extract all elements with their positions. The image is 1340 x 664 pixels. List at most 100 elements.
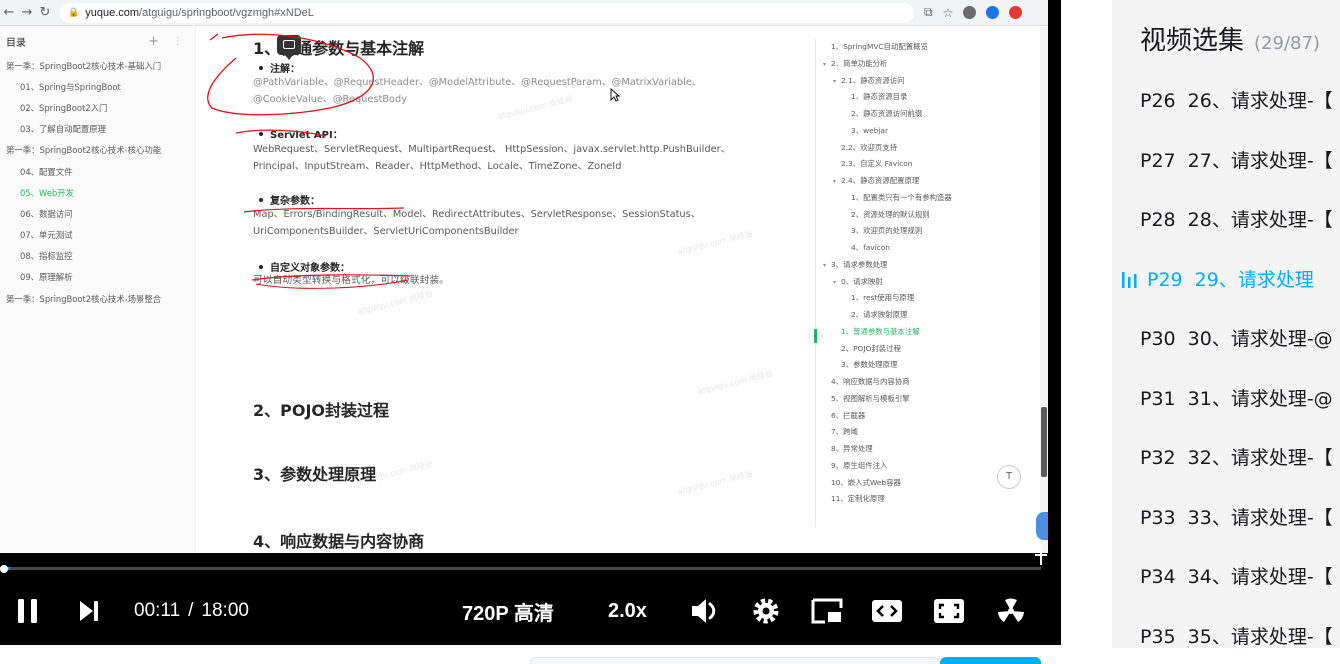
caret-down-icon[interactable]: ▾: [833, 275, 841, 292]
episode-playlist: 视频选集 (29/87) P26 26、请求处理-【 P27 27、请求处理-【 P28 2…: [1112, 0, 1340, 648]
playlist-count: (29/87): [1254, 33, 1320, 54]
outline-item[interactable]: 7、跨域: [831, 424, 858, 441]
outline-item[interactable]: 1、配置类只有一个有参构造器: [851, 190, 952, 207]
next-icon[interactable]: [78, 580, 100, 642]
playlist-item-title: 27、请求处理-【: [1187, 149, 1333, 172]
time-separator: /: [188, 600, 194, 621]
complex-label: 复杂参数：: [270, 196, 320, 207]
playlist-item-number: P30: [1140, 328, 1176, 350]
fullscreen-icon[interactable]: [932, 580, 966, 642]
sidebar-list: 第一季：SpringBoot2核心技术-基础入门 01、Spring与Spring…: [0, 55, 195, 309]
outline-item[interactable]: 3、欢迎页的处理规则: [851, 223, 922, 240]
volume-icon[interactable]: [690, 580, 720, 642]
playlist-item[interactable]: P33 33、请求处理-【: [1140, 498, 1333, 538]
progress-bar[interactable]: [0, 567, 1041, 570]
outline-item[interactable]: 6、拦截器: [831, 408, 865, 425]
sidebar-item[interactable]: 第一季：SpringBoot2核心技术-基础入门: [0, 55, 195, 76]
sidebar-item[interactable]: 02、SpringBoot2入门: [0, 97, 195, 118]
doc-body: atguigu.com 尚硅谷 atguigu.com 尚硅谷 atguigu.…: [197, 27, 809, 553]
caret-down-icon[interactable]: ▾: [823, 258, 831, 275]
radiation-icon[interactable]: [994, 580, 1028, 642]
speed-button[interactable]: 2.0x: [608, 580, 647, 642]
playing-bars-icon: [1122, 271, 1137, 288]
caret-down-icon[interactable]: ▾: [833, 74, 841, 91]
outline-item[interactable]: 1、rest使用与原理: [851, 290, 914, 307]
sidebar-item[interactable]: 01、Spring与SpringBoot: [0, 76, 195, 97]
extension-icon: [963, 6, 977, 19]
playlist-item-number: P32: [1140, 447, 1176, 469]
send-button[interactable]: [940, 657, 1041, 664]
outline-item[interactable]: 2.2、欢迎页支持: [841, 140, 897, 157]
outline-item[interactable]: 5、视图解析与模板引擎: [831, 391, 910, 408]
sidebar-item[interactable]: 04、配置文件: [0, 161, 195, 182]
outline-item[interactable]: 1、SpringMVC自动配置概览: [831, 39, 928, 56]
outline-item[interactable]: ▾ 3、请求参数处理: [823, 257, 887, 274]
sidebar-item[interactable]: 06、数据访问: [0, 203, 195, 224]
sidebar-item[interactable]: 第一季：SpringBoot2核心技术-核心功能: [0, 140, 195, 161]
sidebar-item[interactable]: 05、Web开发: [0, 182, 195, 203]
more-icon: ⋮: [173, 35, 183, 47]
forward-icon: →: [21, 5, 33, 20]
outline-item[interactable]: 11、定制化原理: [831, 491, 885, 508]
sidebar-item[interactable]: 08、指标监控: [0, 246, 195, 267]
outline-item[interactable]: 8、异常处理: [831, 441, 873, 458]
sidebar-header: 目录 + ⋮: [0, 27, 195, 55]
playlist-item[interactable]: P32 32、请求处理-【: [1140, 438, 1333, 478]
progress-thumb[interactable]: [0, 565, 8, 573]
outline-item-label: 2.2、欢迎页支持: [841, 142, 898, 152]
outline-item[interactable]: 1、静态资源目录: [851, 89, 907, 106]
settings-icon[interactable]: [750, 580, 782, 642]
playlist-item[interactable]: P28 28、请求处理-【: [1140, 200, 1333, 240]
outline-item-label: 2.3、自定义 Favicon: [841, 159, 913, 169]
playlist-item[interactable]: P30 30、请求处理-@: [1140, 319, 1333, 359]
outline-item-label: 1、普通参数与基本注解: [841, 326, 920, 336]
playlist-item[interactable]: P34 34、请求处理-【: [1140, 557, 1333, 597]
outline-item[interactable]: 2、静态资源访问前缀: [851, 106, 922, 123]
outline-item[interactable]: 3、参数处理原理: [841, 357, 897, 374]
mouse-cursor-icon: [610, 88, 620, 102]
outline-item-label: 3、参数处理原理: [841, 360, 898, 370]
quality-button[interactable]: 720P 高清: [462, 580, 554, 642]
outline-item[interactable]: 10、嵌入式Web容器: [831, 475, 901, 492]
playlist-item[interactable]: P31 31、请求处理-@: [1140, 379, 1333, 419]
playlist-item-title: 35、请求处理-【: [1187, 625, 1333, 648]
caret-down-icon[interactable]: ▾: [833, 174, 841, 191]
sidebar-item[interactable]: 07、单元测试: [0, 225, 195, 246]
outline-item-label: 0、请求映射: [841, 276, 883, 286]
playlist-item-title: 28、请求处理-【: [1187, 209, 1333, 231]
caret-down-icon[interactable]: ▾: [823, 57, 831, 74]
widescreen-icon[interactable]: [870, 580, 904, 642]
watermark: atguigu.com 尚硅谷: [697, 368, 774, 397]
outline-item[interactable]: 4、favicon: [851, 240, 890, 257]
outline-item-label: 3、请求参数处理: [831, 259, 888, 269]
comment-input[interactable]: [530, 657, 940, 664]
sidebar-item[interactable]: 09、原理解析: [0, 267, 195, 288]
outline-item[interactable]: 2.3、自定义 Favicon: [841, 156, 912, 173]
playlist-item[interactable]: P29 29、请求处理: [1121, 260, 1314, 300]
outline-item-label: 1、配置类只有一个有参构造器: [851, 192, 952, 202]
sidebar-item[interactable]: 第一季：SpringBoot2核心技术-场景整合: [0, 288, 195, 309]
outline-item[interactable]: ▾ 2.4、静态资源配置原理: [833, 173, 919, 190]
outline-item[interactable]: ▾ 0、请求映射: [833, 274, 883, 291]
outline-item[interactable]: ▾ 2.1、静态资源访问: [833, 73, 905, 90]
outline-item[interactable]: 3、webjar: [851, 123, 888, 140]
pause-icon[interactable]: [16, 580, 40, 642]
scroll-thumb: [1041, 407, 1047, 477]
playlist-item[interactable]: P26 26、请求处理-【: [1140, 81, 1333, 121]
outline-item[interactable]: 2、资源处理的默认规则: [851, 207, 930, 224]
outline-item[interactable]: 2、POJO封装过程: [841, 341, 901, 358]
playlist-item[interactable]: P27 27、请求处理-【: [1140, 141, 1333, 181]
video-player[interactable]: ← → ↻ 🔒 yuque.com/atguigu/springboot/vgz…: [0, 0, 1061, 645]
outline-item[interactable]: 4、响应数据与内容协商: [831, 374, 910, 391]
outline-item[interactable]: ▾ 2、简单功能分析: [823, 56, 887, 73]
outline-item[interactable]: 9、原生组件注入: [831, 458, 887, 475]
servlet-label: Servlet API：: [270, 130, 343, 141]
sidebar-item[interactable]: 03、了解自动配置原理: [0, 119, 195, 140]
playlist-item-title: 34、请求处理-【: [1187, 566, 1333, 588]
playlist-item[interactable]: P35 35、请求处理-【: [1140, 617, 1333, 649]
pip-icon[interactable]: [810, 580, 844, 642]
playlist-item-number: P33: [1140, 506, 1176, 529]
outline-item[interactable]: 2、请求映射原理: [851, 307, 907, 324]
outline-item-label: 8、异常处理: [831, 444, 873, 453]
outline-item[interactable]: 1、普通参数与基本注解: [841, 324, 920, 341]
